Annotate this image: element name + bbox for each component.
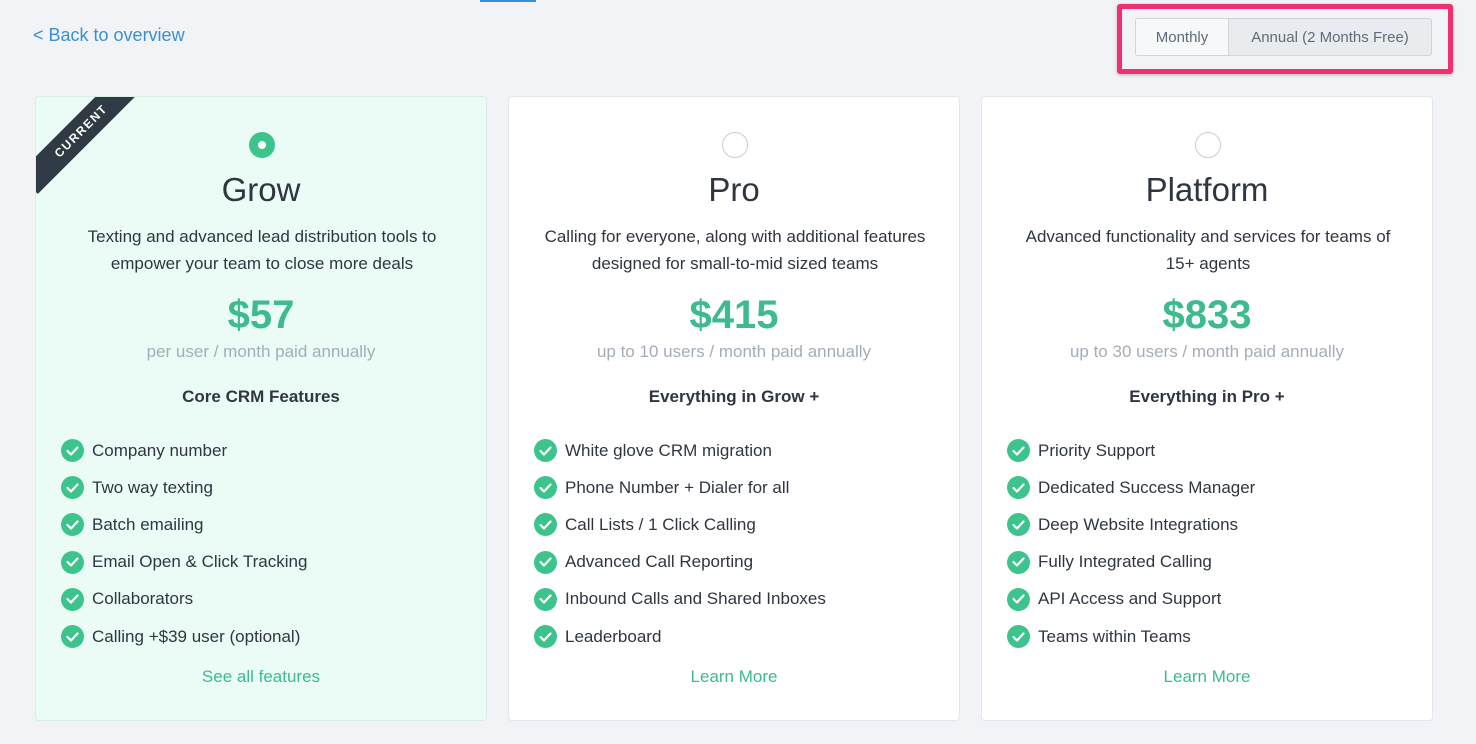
feature-item: Phone Number + Dialer for all xyxy=(534,469,826,506)
feature-item: Leaderboard xyxy=(534,618,826,655)
check-circle-icon xyxy=(61,550,84,574)
plan-name: Grow xyxy=(221,171,301,208)
feature-item: Deep Website Integrations xyxy=(1007,506,1255,543)
feature-item: Calling +$39 user (optional) xyxy=(61,618,307,655)
feature-item: Dedicated Success Manager xyxy=(1007,469,1255,506)
plan-card-grow[interactable]: CURRENT Grow Texting and advanced lead d… xyxy=(35,96,487,721)
feature-item: Teams within Teams xyxy=(1007,618,1255,655)
feature-label: Fully Integrated Calling xyxy=(1038,552,1212,572)
check-circle-icon xyxy=(1007,439,1030,463)
feature-item: Email Open & Click Tracking xyxy=(61,544,307,581)
annual-toggle-button[interactable]: Annual (2 Months Free) xyxy=(1229,19,1431,55)
check-circle-icon xyxy=(534,513,557,537)
check-circle-icon xyxy=(1007,476,1030,500)
feature-label: White glove CRM migration xyxy=(565,440,772,460)
see-all-features-link[interactable]: See all features xyxy=(36,667,486,687)
feature-label: Inbound Calls and Shared Inboxes xyxy=(565,589,826,609)
feature-label: Phone Number + Dialer for all xyxy=(565,477,790,497)
plan-description: Advanced functionality and services for … xyxy=(1025,227,1391,273)
learn-more-link-platform[interactable]: Learn More xyxy=(982,667,1432,687)
plan-price-note: up to 30 users / month paid annually xyxy=(1069,342,1345,361)
features-heading: Everything in Pro + xyxy=(1129,387,1285,406)
feature-list: Priority Support Dedicated Success Manag… xyxy=(1007,432,1255,655)
feature-label: Priority Support xyxy=(1038,440,1156,460)
check-circle-icon xyxy=(534,439,557,463)
plan-card-pro[interactable]: Pro Calling for everyone, along with add… xyxy=(508,96,960,721)
feature-label: Company number xyxy=(92,440,228,460)
feature-item: Inbound Calls and Shared Inboxes xyxy=(534,581,826,618)
plan-price: $57 xyxy=(227,293,295,337)
learn-more-link-pro[interactable]: Learn More xyxy=(509,667,959,687)
feature-item: Priority Support xyxy=(1007,432,1255,469)
feature-list: White glove CRM migration Phone Number +… xyxy=(534,432,826,655)
plan-description: Calling for everyone, along with additio… xyxy=(544,227,926,273)
feature-item: Batch emailing xyxy=(61,506,307,543)
feature-item: White glove CRM migration xyxy=(534,432,826,469)
feature-item: Two way texting xyxy=(61,469,307,506)
plan-description: Texting and advanced lead distribution t… xyxy=(87,227,437,273)
feature-item: Call Lists / 1 Click Calling xyxy=(534,506,826,543)
plan-name: Pro xyxy=(708,171,760,208)
plan-radio-pro[interactable] xyxy=(722,132,748,158)
feature-item: API Access and Support xyxy=(1007,581,1255,618)
feature-item: Company number xyxy=(61,432,307,469)
check-circle-icon xyxy=(1007,513,1030,537)
features-heading: Core CRM Features xyxy=(182,387,340,406)
feature-label: Deep Website Integrations xyxy=(1038,514,1239,534)
check-circle-icon xyxy=(534,550,557,574)
feature-label: Two way texting xyxy=(92,477,213,497)
billing-period-toggle: Monthly Annual (2 Months Free) xyxy=(1135,18,1432,56)
check-circle-icon xyxy=(534,476,557,500)
feature-label: Collaborators xyxy=(92,589,194,609)
feature-label: Email Open & Click Tracking xyxy=(92,552,308,572)
check-circle-icon xyxy=(61,476,84,500)
feature-label: Teams within Teams xyxy=(1038,626,1191,646)
feature-label: Dedicated Success Manager xyxy=(1038,477,1256,497)
back-to-overview-link[interactable]: < Back to overview xyxy=(33,25,185,46)
check-circle-icon xyxy=(534,587,557,611)
plan-price-note: per user / month paid annually xyxy=(146,342,376,361)
plan-name: Platform xyxy=(1145,171,1269,208)
plan-price-note: up to 10 users / month paid annually xyxy=(596,342,872,361)
check-circle-icon xyxy=(61,625,84,649)
feature-label: Advanced Call Reporting xyxy=(565,552,754,572)
feature-list: Company number Two way texting Batch ema… xyxy=(61,432,307,655)
plan-price: $833 xyxy=(1162,293,1252,337)
features-heading: Everything in Grow + xyxy=(648,387,820,406)
plan-radio-platform[interactable] xyxy=(1195,132,1221,158)
feature-item: Fully Integrated Calling xyxy=(1007,544,1255,581)
check-circle-icon xyxy=(61,587,84,611)
pricing-page: < Back to overview Monthly Annual (2 Mon… xyxy=(0,0,1476,744)
feature-label: Batch emailing xyxy=(92,514,204,534)
check-circle-icon xyxy=(61,513,84,537)
feature-item: Collaborators xyxy=(61,581,307,618)
feature-label: API Access and Support xyxy=(1038,589,1222,609)
feature-item: Advanced Call Reporting xyxy=(534,544,826,581)
check-circle-icon xyxy=(1007,550,1030,574)
plan-radio-grow[interactable] xyxy=(249,132,275,158)
feature-label: Calling +$39 user (optional) xyxy=(92,626,301,646)
plan-price: $415 xyxy=(689,293,779,337)
check-circle-icon xyxy=(1007,587,1030,611)
plan-card-platform[interactable]: Platform Advanced functionality and serv… xyxy=(981,96,1433,721)
top-accent-bar xyxy=(480,0,536,2)
check-circle-icon xyxy=(534,625,557,649)
feature-label: Leaderboard xyxy=(565,626,662,646)
check-circle-icon xyxy=(61,439,84,463)
check-circle-icon xyxy=(1007,625,1030,649)
feature-label: Call Lists / 1 Click Calling xyxy=(565,514,756,534)
monthly-toggle-button[interactable]: Monthly xyxy=(1136,19,1229,55)
